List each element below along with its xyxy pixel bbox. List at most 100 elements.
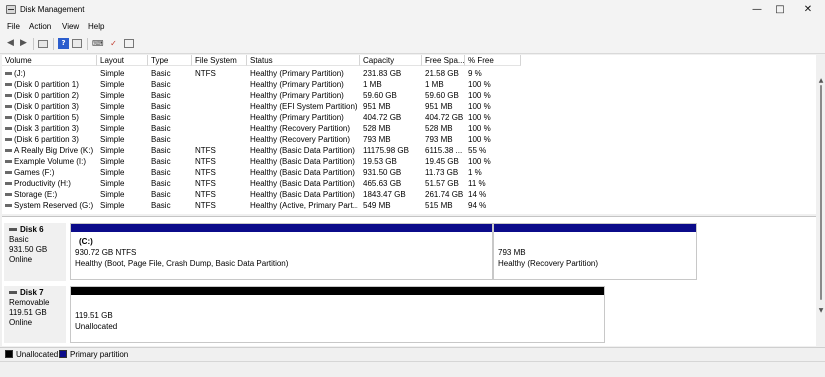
partition-recovery[interactable]: 793 MB Healthy (Recovery Partition): [493, 223, 697, 280]
disk-map-pane: Disk 6 Basic 931.50 GB Online (C:) 930.7…: [2, 216, 816, 346]
column-header-volume[interactable]: Volume: [2, 55, 97, 66]
disk-state: Online: [9, 318, 33, 327]
legend-primary-label: Primary partition: [70, 350, 129, 359]
cell-capacity: 11175.98 GB: [363, 146, 409, 155]
column-header-status[interactable]: Status: [247, 55, 360, 66]
cell-type: Basic: [151, 91, 171, 100]
table-row[interactable]: Example Volume (I:) Simple Basic NTFS Health…: [2, 156, 816, 167]
cell-volume: (Disk 6 partition 3): [2, 134, 97, 145]
cell-percent-free: 100 %: [468, 80, 491, 89]
show-hide-console-tree-icon[interactable]: [38, 40, 48, 48]
cell-volume: A Really Big Drive (K:): [2, 145, 97, 156]
disk-state: Online: [9, 255, 33, 264]
volume-name: System Reserved (G:): [14, 201, 94, 210]
vertical-scrollbar[interactable]: ▲ ▼: [817, 55, 825, 347]
cell-layout: Simple: [100, 135, 125, 144]
menu-help[interactable]: Help: [88, 22, 104, 31]
column-header-free-space[interactable]: Free Spa...: [422, 55, 465, 66]
volume-name: A Really Big Drive (K:): [14, 146, 94, 155]
disk-row-disk-7: Disk 7 Removable 119.51 GB Online 119.51…: [2, 286, 816, 344]
cell-type: Basic: [151, 102, 171, 111]
cell-status: Healthy (Basic Data Partition): [250, 157, 355, 166]
cell-file-system: NTFS: [195, 168, 216, 177]
table-row[interactable]: (J:) Simple Basic NTFS Healthy (Primary Part…: [2, 68, 816, 79]
cell-volume: (Disk 0 partition 3): [2, 101, 97, 112]
cell-percent-free: 11 %: [468, 179, 486, 188]
volume-name: Storage (E:): [14, 190, 58, 199]
status-bar: [0, 361, 825, 377]
cell-file-system: NTFS: [195, 146, 216, 155]
table-row[interactable]: Productivity (H:) Simple Basic NTFS Healthy …: [2, 178, 816, 189]
partition-unallocated[interactable]: 119.51 GB Unallocated: [70, 286, 605, 343]
table-row[interactable]: (Disk 0 partition 3) Simple Basic Healthy (…: [2, 101, 816, 112]
menu-action[interactable]: Action: [29, 22, 51, 31]
volume-name: (J:): [14, 69, 26, 78]
list-view-icon[interactable]: [72, 39, 82, 48]
volume-icon: [5, 138, 12, 141]
table-row[interactable]: A Really Big Drive (K:) Simple Basic NTFS He…: [2, 145, 816, 156]
volume-name: Productivity (H:): [14, 179, 71, 188]
scroll-thumb[interactable]: [820, 85, 822, 300]
scroll-down-icon[interactable]: ▼: [818, 307, 824, 314]
partition-text: (C:) 930.72 GB NTFS Healthy (Boot, Page …: [75, 236, 288, 269]
cell-layout: Simple: [100, 190, 125, 199]
volume-icon: [5, 83, 12, 86]
cell-layout: Simple: [100, 201, 125, 210]
cell-volume: Example Volume (I:): [2, 156, 97, 167]
cell-free-space: 261.74 GB: [425, 190, 464, 199]
cell-status: Healthy (Basic Data Partition): [250, 146, 355, 155]
table-row[interactable]: Games (F:) Simple Basic NTFS Healthy (Basic …: [2, 167, 816, 178]
column-header-layout[interactable]: Layout: [97, 55, 148, 66]
table-row[interactable]: (Disk 0 partition 5) Simple Basic Healthy (…: [2, 112, 816, 123]
volume-icon: [5, 171, 12, 174]
close-button[interactable]: ✕: [791, 0, 825, 19]
cell-free-space: 51.57 GB: [425, 179, 459, 188]
cell-file-system: NTFS: [195, 157, 216, 166]
volume-name: Example Volume (I:): [14, 157, 87, 166]
menu-view[interactable]: View: [62, 22, 79, 31]
volume-icon: [5, 182, 12, 185]
cell-type: Basic: [151, 69, 171, 78]
cell-status: Healthy (Basic Data Partition): [250, 179, 355, 188]
table-row[interactable]: Storage (E:) Simple Basic NTFS Healthy (Basi…: [2, 189, 816, 200]
volume-name: Games (F:): [14, 168, 55, 177]
forward-arrow-icon[interactable]: ▶: [18, 38, 29, 49]
menu-file[interactable]: File: [7, 22, 20, 31]
connect-icon[interactable]: ⌨: [92, 38, 104, 49]
disk-info-disk-6[interactable]: Disk 6 Basic 931.50 GB Online: [4, 223, 66, 281]
settings-icon[interactable]: [124, 39, 134, 48]
table-row[interactable]: (Disk 6 partition 3) Simple Basic Healthy (…: [2, 134, 816, 145]
volume-icon: [5, 193, 12, 196]
partition-c-drive[interactable]: (C:) 930.72 GB NTFS Healthy (Boot, Page …: [70, 223, 493, 280]
cell-percent-free: 1 %: [468, 168, 482, 177]
column-header-file-system[interactable]: File System: [192, 55, 247, 66]
table-row[interactable]: System Reserved (G:) Simple Basic NTFS Healt…: [2, 200, 816, 211]
rescan-disks-icon[interactable]: ✓: [108, 38, 119, 49]
cell-layout: Simple: [100, 91, 125, 100]
back-arrow-icon[interactable]: ◀: [5, 38, 16, 49]
column-header-capacity[interactable]: Capacity: [360, 55, 422, 66]
cell-file-system: NTFS: [195, 69, 216, 78]
disk-info-disk-7[interactable]: Disk 7 Removable 119.51 GB Online: [4, 286, 66, 343]
partition-text: 119.51 GB Unallocated: [75, 310, 117, 332]
table-row[interactable]: (Disk 0 partition 1) Simple Basic Healthy (…: [2, 79, 816, 90]
volume-name: (Disk 0 partition 5): [14, 113, 79, 122]
column-header-type[interactable]: Type: [148, 55, 192, 66]
cell-volume: (J:): [2, 68, 97, 79]
volume-icon: [5, 160, 12, 163]
column-header-percent-free[interactable]: % Free: [465, 55, 521, 66]
partition-text: 793 MB Healthy (Recovery Partition): [498, 247, 598, 269]
properties-icon[interactable]: ?: [58, 38, 69, 49]
cell-percent-free: 55 %: [468, 146, 487, 155]
table-row[interactable]: (Disk 3 partition 3) Simple Basic Healthy (…: [2, 123, 816, 134]
scroll-up-icon[interactable]: ▲: [818, 77, 824, 84]
disk-type: Removable: [9, 298, 50, 307]
cell-percent-free: 100 %: [468, 91, 491, 100]
legend-unallocated-label: Unallocated: [16, 350, 59, 359]
cell-status: Healthy (Primary Partition): [250, 113, 344, 122]
partition-status: Unallocated: [75, 322, 118, 331]
cell-percent-free: 100 %: [468, 113, 491, 122]
cell-volume: Productivity (H:): [2, 178, 97, 189]
table-row[interactable]: (Disk 0 partition 2) Simple Basic Healthy (…: [2, 90, 816, 101]
disk-size: 931.50 GB: [9, 245, 48, 254]
